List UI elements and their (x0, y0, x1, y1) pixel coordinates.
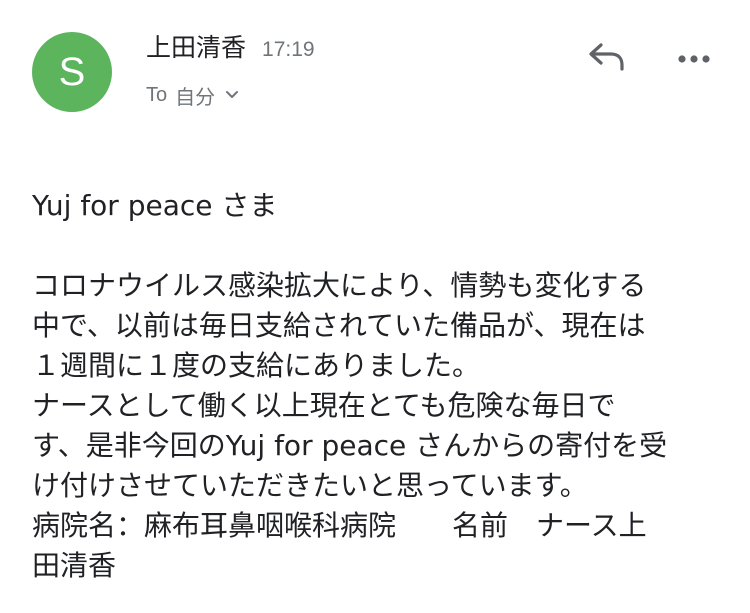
body-line: 病院名：麻布耳鼻咽喉科病院 名前 ナース上 (32, 509, 647, 542)
body-line: 田清香 (32, 549, 117, 582)
reply-icon (587, 41, 625, 75)
to-label: To (146, 83, 168, 106)
avatar[interactable]: S (32, 32, 112, 112)
avatar-letter: S (58, 49, 86, 94)
sender-line: 上田清香 17:19 (146, 28, 315, 68)
reply-button[interactable] (584, 38, 628, 78)
body-line: コロナウイルス感染拡大により、情勢も変化する (32, 269, 647, 302)
email-header: S 上田清香 17:19 To 自分 (0, 0, 750, 140)
body-line: す、是非今回のYuj for peace さんからの寄付を受 (32, 429, 668, 462)
greeting-line: Yuj for peace さま (32, 189, 278, 222)
timestamp: 17:19 (262, 38, 315, 61)
body-line: け付けさせていただきたいと思っています。 (32, 469, 588, 502)
body-line: ナースとして働く以上現在とても危険な毎日で (32, 389, 616, 422)
email-body: Yuj for peace さま コロナウイルス感染拡大により、情勢も変化する … (32, 186, 732, 586)
recipient-details-toggle[interactable]: To 自分 (146, 78, 239, 112)
body-line: １週間に１度の支給にありました。 (32, 349, 481, 382)
sender-name[interactable]: 上田清香 (146, 28, 246, 64)
recipient-name: 自分 (175, 84, 216, 109)
body-line: 中で、以前は毎日支給されていた備品が、現在は (32, 309, 646, 342)
more-options-button[interactable] (670, 40, 718, 76)
more-horiz-icon (677, 49, 711, 68)
chevron-down-icon (225, 90, 239, 100)
